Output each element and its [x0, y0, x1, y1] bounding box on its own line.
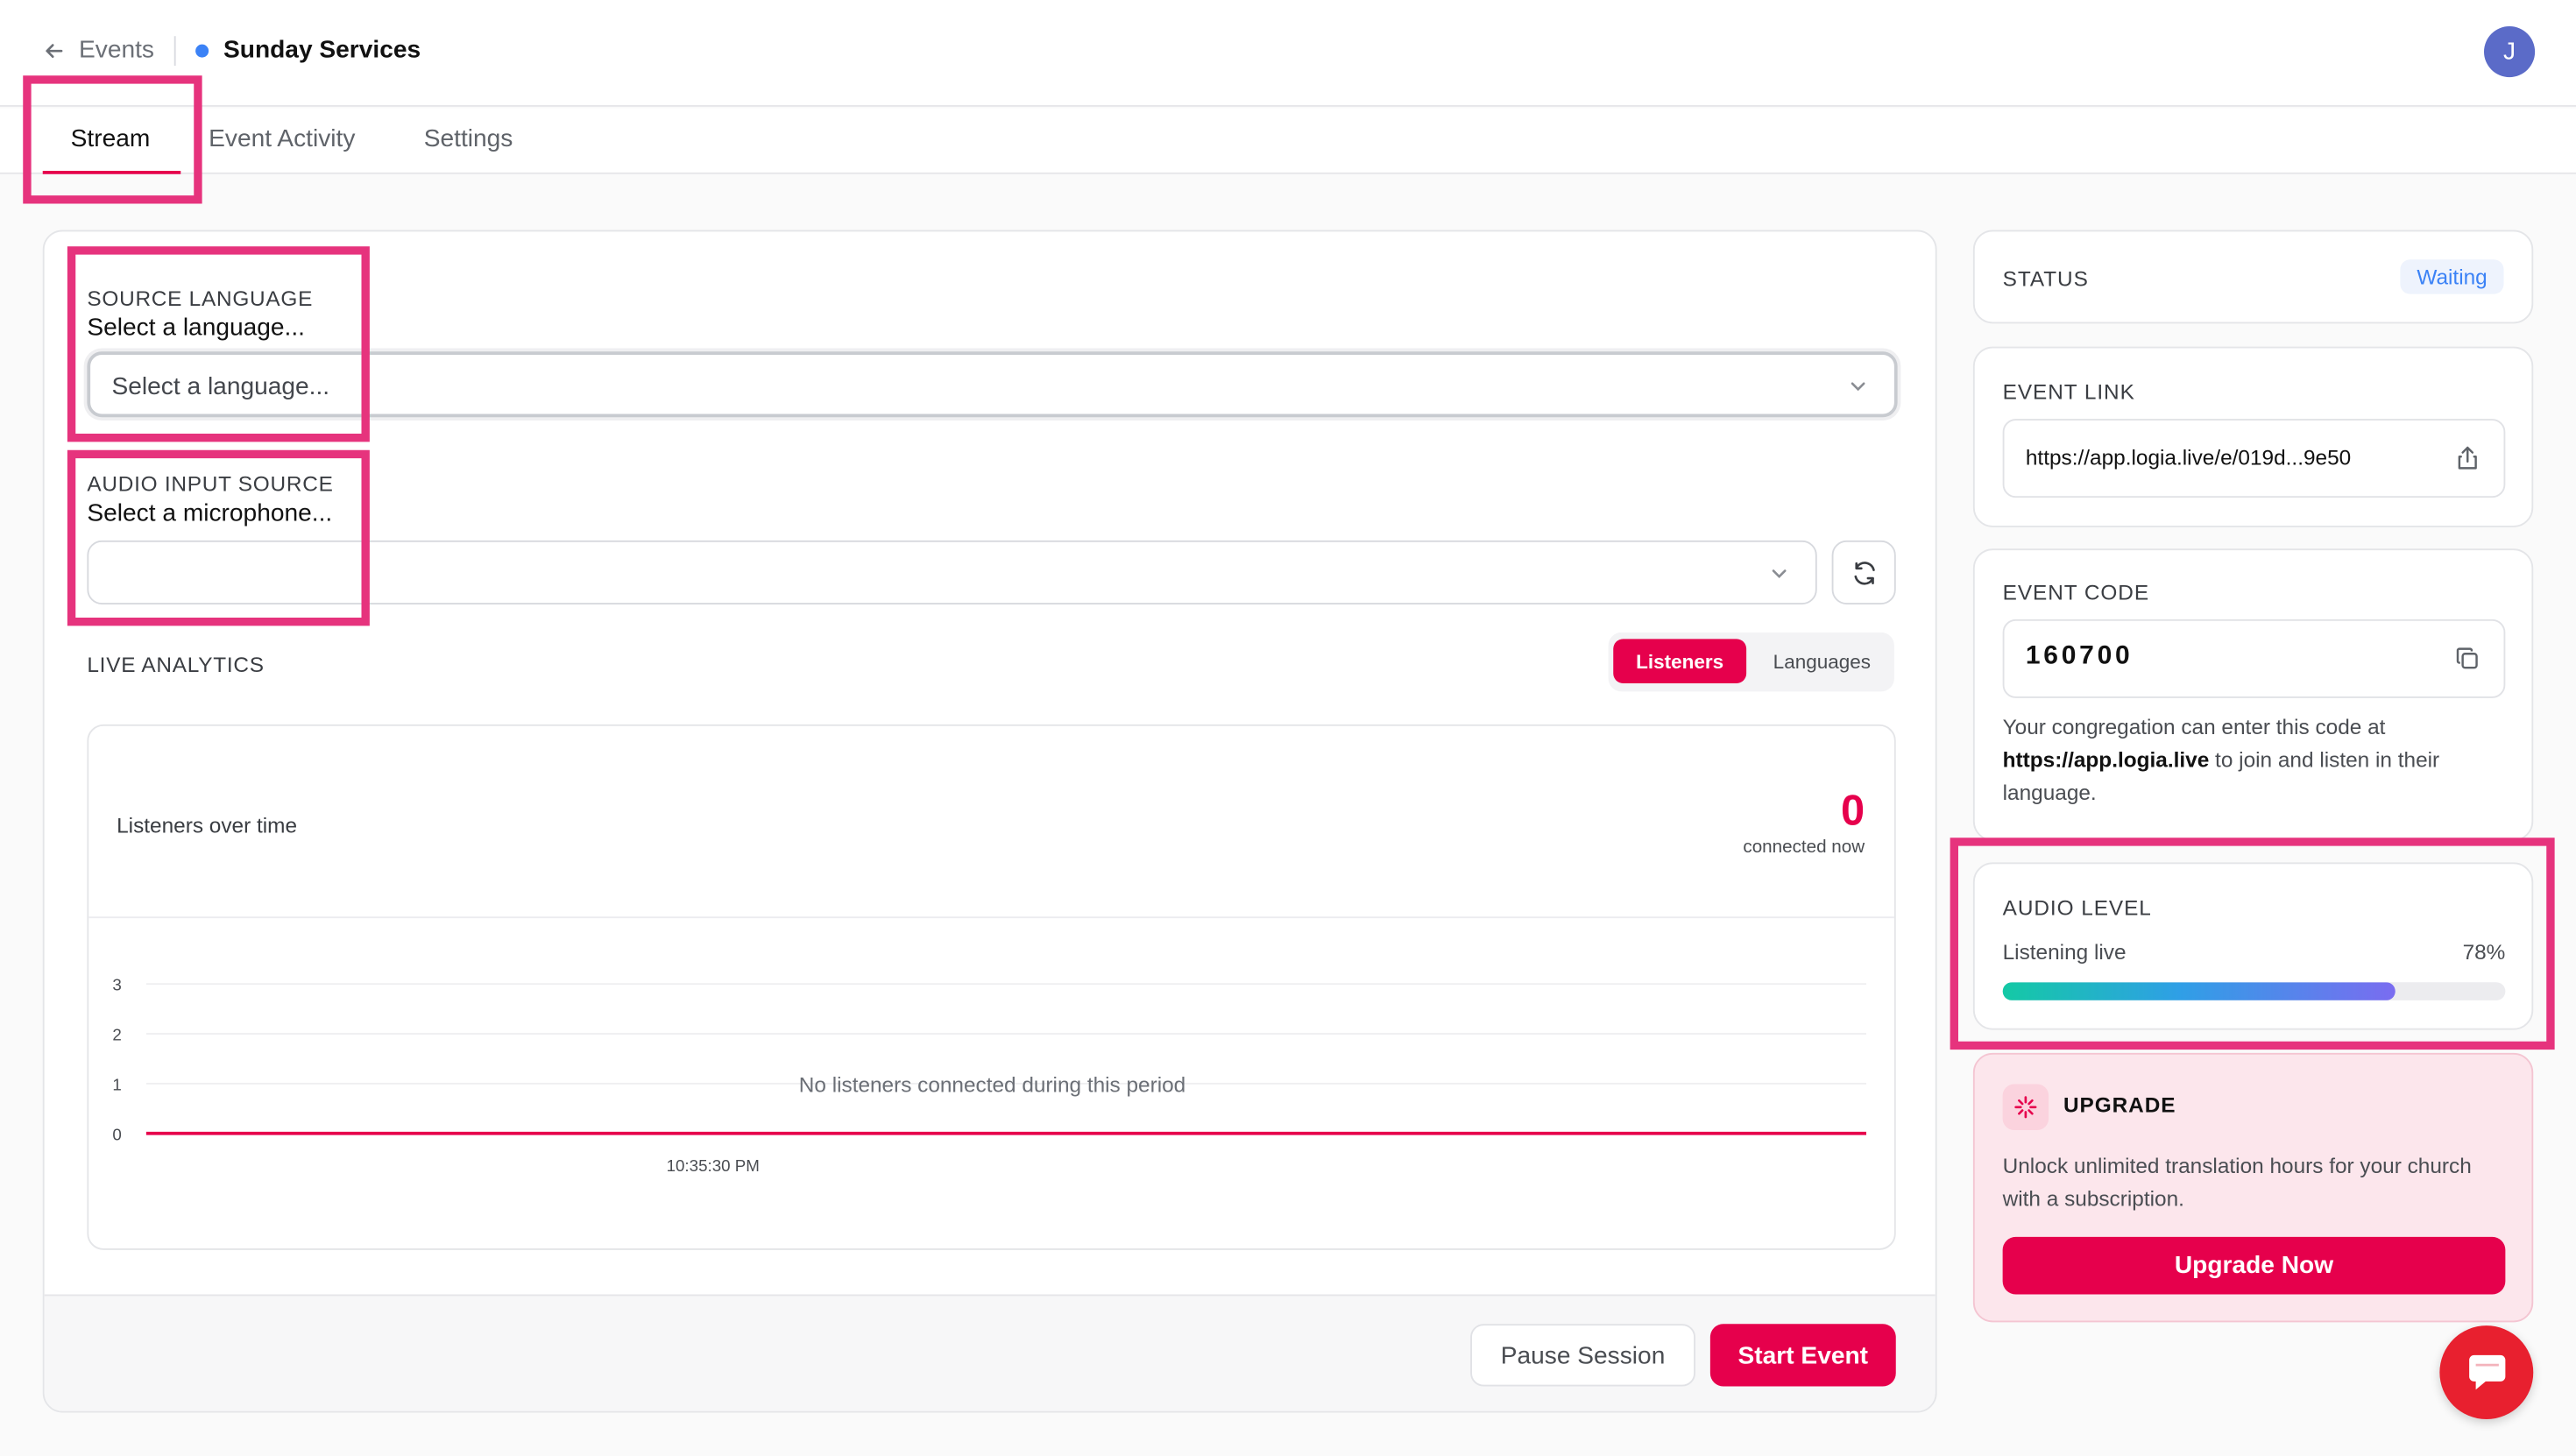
stream-panel: SOURCE LANGUAGE Select a language... Sel…: [42, 230, 1937, 1413]
event-link-url: https://app.logia.live/e/019d...9e50: [2025, 445, 2352, 470]
chat-support-button[interactable]: [2439, 1325, 2534, 1419]
event-link-card: EVENT LINK https://app.logia.live/e/019d…: [1972, 346, 2534, 527]
y-tick-label: 0: [112, 1125, 121, 1143]
event-link-label: EVENT LINK: [2002, 379, 2135, 405]
back-to-events-link[interactable]: Events: [43, 36, 154, 64]
empty-chart-message: No listeners connected during this perio…: [799, 1073, 1185, 1097]
tab-bar: Stream Event Activity Settings: [0, 108, 2576, 174]
event-code-card: EVENT CODE 160700 Your congregation can …: [1972, 548, 2534, 841]
chevron-down-icon: [1851, 382, 1865, 392]
event-code-label: EVENT CODE: [2002, 579, 2150, 604]
audio-level-label: AUDIO LEVEL: [2002, 894, 2152, 920]
refresh-icon: [1853, 561, 1874, 584]
listeners-chart-card: Listeners over time 0 connected now 3210…: [87, 724, 1896, 1250]
analytics-view-toggle: Listeners Languages: [1608, 632, 1894, 692]
live-analytics-label: LIVE ANALYTICS: [87, 652, 265, 677]
status-card: STATUS Waiting: [1972, 230, 2534, 324]
event-status-dot: [195, 44, 209, 58]
note-text-before: Your congregation can enter this code at: [2002, 714, 2386, 739]
active-tab-indicator: [42, 171, 181, 174]
chat-bubble-icon: [2468, 1354, 2505, 1389]
chevron-down-icon: [1772, 569, 1787, 578]
audio-level-fill: [2002, 982, 2396, 1000]
upgrade-card: UPGRADE Unlock unlimited translation hou…: [1972, 1052, 2534, 1323]
audio-input-label: AUDIO INPUT SOURCE: [87, 471, 334, 497]
status-badge: Waiting: [2400, 259, 2504, 294]
refresh-devices-button[interactable]: [1831, 540, 1896, 604]
chart-title: Listeners over time: [117, 813, 298, 838]
pause-session-button[interactable]: Pause Session: [1470, 1324, 1695, 1387]
share-icon[interactable]: [2454, 445, 2480, 471]
y-tick-label: 2: [112, 1026, 121, 1044]
audio-level-percent: 78%: [2462, 939, 2506, 965]
y-tick-label: 1: [112, 1075, 121, 1093]
app-root: Events Sunday Services J Stream Event Ac…: [0, 0, 2576, 1456]
top-bar: Events Sunday Services J: [0, 0, 2576, 107]
tab-settings[interactable]: Settings: [424, 125, 513, 153]
sparkle-icon: [2002, 1084, 2049, 1130]
languages-toggle[interactable]: Languages: [1759, 639, 1885, 683]
upgrade-title: UPGRADE: [2063, 1092, 2176, 1117]
audio-level-card: AUDIO LEVEL Listening live 78%: [1972, 862, 2534, 1030]
x-tick-label: 10:35:30 PM: [667, 1156, 760, 1175]
event-code-field[interactable]: 160700: [2002, 618, 2506, 698]
source-language-placeholder: Select a language...: [111, 372, 330, 401]
event-code-value: 160700: [2025, 642, 2134, 670]
arrow-left-icon: [46, 43, 63, 58]
event-title: Sunday Services: [223, 36, 421, 65]
tab-stream[interactable]: Stream: [71, 125, 151, 153]
listeners-toggle[interactable]: Listeners: [1613, 639, 1747, 683]
panel-footer: Pause Session Start Event: [44, 1294, 1936, 1411]
upgrade-now-button[interactable]: Upgrade Now: [2002, 1236, 2506, 1295]
listeners-line-chart: 3 2 1 0 10:35:30 PM No listeners connected du…: [112, 976, 1866, 1175]
audio-level-meter: [2002, 982, 2506, 1000]
y-tick-label: 3: [112, 976, 121, 994]
source-language-select[interactable]: Select a language...: [87, 351, 1898, 418]
source-language-value: Select a language...: [87, 314, 306, 342]
copy-icon[interactable]: [2454, 646, 2480, 672]
join-url-link[interactable]: https://app.logia.live: [2003, 747, 2210, 772]
tab-event-activity[interactable]: Event Activity: [209, 125, 355, 153]
audio-input-value: Select a microphone...: [87, 499, 333, 527]
audio-level-row: Listening live 78%: [2003, 940, 2506, 965]
event-link-field[interactable]: https://app.logia.live/e/019d...9e50: [2002, 419, 2506, 498]
status-label: STATUS: [2002, 265, 2089, 291]
source-language-label: SOURCE LANGUAGE: [87, 286, 314, 311]
upgrade-description: Unlock unlimited translation hours for y…: [2002, 1153, 2472, 1211]
connected-count: 0: [1840, 785, 1865, 835]
start-event-button[interactable]: Start Event: [1709, 1324, 1896, 1387]
back-label: Events: [79, 36, 154, 65]
header-divider: [173, 36, 176, 66]
microphone-select[interactable]: [87, 540, 1817, 604]
audio-level-state: Listening live: [2002, 939, 2127, 965]
connected-now-label: connected now: [1743, 838, 1865, 858]
event-code-instructions: Your congregation can enter this code at…: [2003, 711, 2512, 810]
user-avatar[interactable]: J: [2484, 26, 2536, 78]
